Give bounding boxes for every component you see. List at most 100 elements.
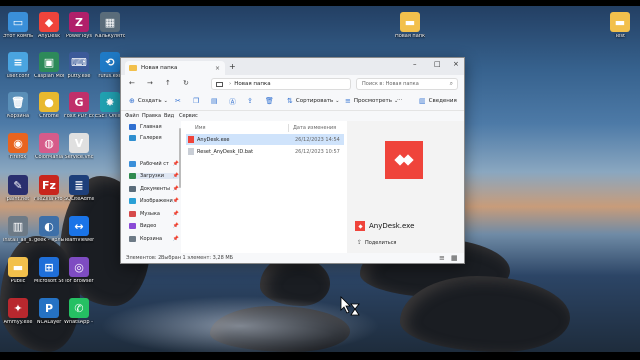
close-tab-icon[interactable]: ×: [215, 65, 220, 72]
pin-icon[interactable]: 📌: [173, 236, 179, 242]
address-field[interactable]: › Новая папка: [211, 78, 351, 90]
folder-icon: [129, 211, 136, 217]
navigation-scrollbar[interactable]: [179, 128, 181, 188]
share-icon: ⇪: [357, 239, 363, 246]
sidebar-item[interactable]: Корзина 📌: [129, 236, 179, 242]
pin-icon[interactable]: 📌: [173, 211, 179, 217]
menu-edit[interactable]: Правка: [142, 113, 161, 119]
desktop-icon[interactable]: ↔ TeamViewer: [64, 216, 94, 244]
desktop-icon[interactable]: V Service.vnc: [64, 133, 94, 161]
menu-view[interactable]: Вид: [164, 113, 174, 119]
cut-button[interactable]: ✂: [175, 97, 184, 105]
desktop-icon[interactable]: ◐ geek - ярлык: [34, 216, 64, 244]
create-button[interactable]: ⊕ Создать ⌄: [129, 97, 168, 105]
sidebar-item-label: Изображени: [139, 198, 173, 204]
desktop-icon[interactable]: ✦ Ammyy.exe: [3, 298, 33, 326]
plus-circle-icon: ⊕: [129, 97, 135, 105]
sidebar-item-label: Корзина: [140, 236, 163, 242]
pin-icon[interactable]: 📌: [173, 198, 179, 204]
menu-tools[interactable]: Сервис: [179, 113, 198, 119]
sidebar-item[interactable]: Галерея: [129, 135, 179, 141]
desktop-icon[interactable]: ● Chrome: [34, 92, 64, 120]
desktop-icon[interactable]: 🗑 Корзина: [3, 92, 33, 120]
desktop-icon[interactable]: ▥ install_all_s...: [3, 216, 33, 244]
paste-button[interactable]: ▤: [211, 97, 221, 105]
desktop-icon[interactable]: ⌨ putty.exe: [64, 52, 94, 80]
desktop-icon[interactable]: Z PowerToys: [64, 12, 94, 40]
pin-icon[interactable]: 📌: [173, 223, 179, 229]
desktop-icon[interactable]: ▦ Калькулятор - ярлык: [95, 12, 125, 40]
search-icon: ⌕: [449, 80, 453, 87]
desktop-icon[interactable]: ✎ paint.net: [3, 175, 33, 203]
sidebar-item[interactable]: Рабочий ст 📌: [129, 161, 179, 167]
desktop-icon[interactable]: P NCALayer: [34, 298, 64, 326]
refresh-icon[interactable]: ↻: [183, 79, 189, 87]
desktop-icon-label: Корзина: [6, 114, 30, 119]
file-row[interactable]: AnyDesk.exe 26/12/2023 14:54: [186, 134, 344, 145]
tab-title: Новая папка: [141, 65, 178, 71]
back-arrow-icon[interactable]: ←: [129, 79, 135, 87]
sidebar-item[interactable]: Видео 📌: [129, 223, 179, 229]
sidebar-item-label: Видео: [140, 223, 157, 229]
sidebar-item-label: Рабочий ст: [140, 161, 169, 167]
copy-button[interactable]: ❐: [193, 97, 202, 105]
column-header-name[interactable]: Имя: [195, 125, 206, 131]
desktop-icon[interactable]: ▭ Этот компьютер: [3, 12, 33, 40]
up-arrow-icon[interactable]: ↑: [165, 79, 171, 87]
desktop-icon[interactable]: ⊞ Microsoft Store - ярлык: [34, 257, 64, 285]
address-bar-row: ← → ↑ ↻ › Новая папка Поиск в: Новая пап…: [121, 75, 464, 93]
file-explorer-window[interactable]: Новая папка × + – □ × ← → ↑ ↻ › Новая па…: [120, 57, 465, 264]
rename-button[interactable]: Ⓐ: [229, 97, 239, 107]
desktop-icon[interactable]: G Foxit PDF Editor: [64, 92, 94, 120]
column-header-date[interactable]: Дата изменения: [293, 125, 336, 131]
maximize-button[interactable]: □: [434, 60, 441, 68]
batch-file-icon: [188, 148, 194, 155]
folder-icon: [129, 223, 136, 229]
desktop-icon[interactable]: ≡ user.conf: [3, 52, 33, 80]
forward-arrow-icon[interactable]: →: [147, 79, 153, 87]
search-input[interactable]: Поиск в: Новая папка ⌕: [356, 78, 458, 90]
details-view-icon[interactable]: ≡: [439, 254, 445, 262]
app-icon: ▥: [8, 216, 28, 236]
desktop-icon[interactable]: ✆ WhatsApp - ярлык: [64, 298, 94, 326]
menu-file[interactable]: Файл: [125, 113, 139, 119]
app-icon: G: [69, 92, 89, 112]
desktop-icon[interactable]: ≣ SQLiteAdmin - ярлык: [64, 175, 94, 203]
app-icon: ▦: [100, 12, 120, 32]
desktop-icon[interactable]: ▬ Test: [605, 12, 635, 40]
desktop-icon[interactable]: Fz FileZilla Pro - ярлык (2): [34, 175, 64, 203]
sidebar-item[interactable]: Музыка 📌: [129, 211, 179, 217]
share-button[interactable]: ⇪: [247, 97, 256, 105]
trash-icon: 🗑: [265, 97, 274, 105]
sidebar-item[interactable]: Документы 📌: [129, 186, 179, 192]
desktop-icon[interactable]: ▬ Новая папка: [395, 12, 425, 40]
column-divider[interactable]: [288, 124, 289, 132]
rename-icon: Ⓐ: [229, 98, 236, 106]
desktop-icon[interactable]: ◆ AnyDesk: [34, 12, 64, 40]
details-pane-button[interactable]: ▥ Сведения: [419, 97, 457, 105]
desktop-icon[interactable]: ◍ ColorMania: [34, 133, 64, 161]
sort-icon: ⇅: [287, 97, 293, 105]
new-tab-button[interactable]: +: [229, 62, 236, 71]
file-row[interactable]: Reset_AnyDesk_ID.bat 26/12/2023 10:57: [186, 146, 344, 157]
breadcrumb-current[interactable]: Новая папка: [234, 81, 270, 87]
close-window-button[interactable]: ×: [453, 60, 459, 68]
tab-new-folder[interactable]: Новая папка ×: [125, 61, 225, 75]
tiles-view-icon[interactable]: ▦: [451, 254, 458, 262]
sidebar-item[interactable]: Главная: [129, 124, 179, 130]
desktop-icon[interactable]: ◎ Tor Browser: [64, 257, 94, 285]
sidebar-item[interactable]: Загрузки 📌: [129, 173, 179, 179]
desktop-icon[interactable]: ▣ Caspian Monet Ga...: [34, 52, 64, 80]
desktop-icon[interactable]: ◉ Firefox: [3, 133, 33, 161]
folder-icon: [129, 135, 136, 141]
sort-button[interactable]: ⇅ Сортировать ⌄: [287, 97, 339, 105]
delete-button[interactable]: 🗑: [265, 97, 277, 105]
minimize-button[interactable]: –: [413, 60, 417, 68]
share-link[interactable]: ⇪ Поделиться: [357, 239, 396, 246]
more-options-button[interactable]: ···: [397, 97, 402, 103]
desktop-icon-label: Microsoft Store - ярлык: [34, 279, 64, 284]
view-button[interactable]: ≡ Просмотреть ⌄: [345, 97, 398, 105]
sidebar-item[interactable]: Изображени 📌: [129, 198, 179, 204]
desktop-icon-label: AnyDesk: [38, 34, 60, 39]
desktop-icon[interactable]: ▬ Public: [3, 257, 33, 285]
